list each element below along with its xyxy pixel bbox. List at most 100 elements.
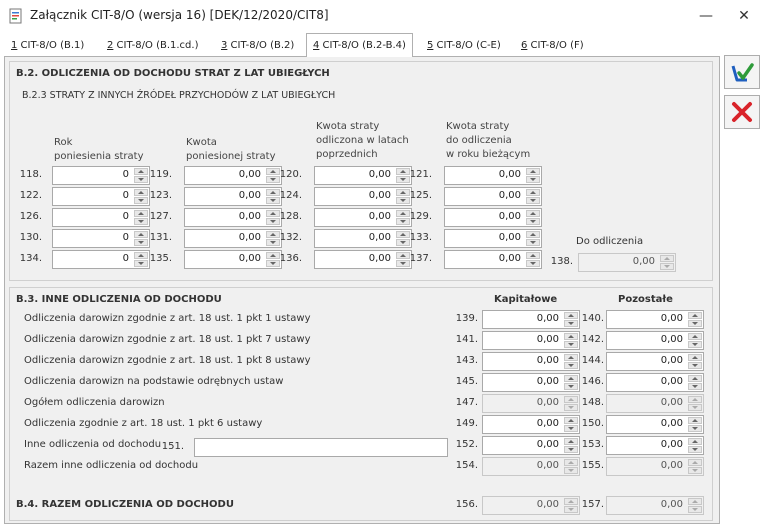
spin-down-icon[interactable] <box>688 425 702 432</box>
b2-row1-col1-field[interactable]: 0 <box>52 166 150 185</box>
spin-down-icon[interactable] <box>688 467 702 474</box>
spinner[interactable] <box>688 333 702 348</box>
field-number: 141. <box>455 334 478 345</box>
spinner[interactable] <box>526 189 540 204</box>
b2-row5-col1-field[interactable]: 0 <box>52 250 150 269</box>
b3-row1-kapitalowe-field[interactable]: 0,00 <box>482 310 580 329</box>
spin-down-icon[interactable] <box>526 218 540 225</box>
field-number: 150. <box>581 418 604 429</box>
tab-content: B.2. ODLICZENIA OD DOCHODU STRAT Z LAT U… <box>4 56 720 524</box>
spin-up-icon[interactable] <box>688 396 702 403</box>
b2-row4-col1-field[interactable]: 0 <box>52 229 150 248</box>
tab-b1cd[interactable]: 2 CIT-8/O (B.1.cd.) <box>100 35 205 56</box>
b3-row1-pozostale-field[interactable]: 0,00 <box>606 310 704 329</box>
b2-row2-col3-field[interactable]: 0,00 <box>314 187 412 206</box>
spin-down-icon[interactable] <box>688 383 702 390</box>
close-window-button[interactable]: ✕ <box>726 4 762 28</box>
cancel-button[interactable] <box>724 95 760 129</box>
spin-up-icon[interactable] <box>688 417 702 424</box>
b3-row-label: Odliczenia darowizn na podstawie odrębny… <box>24 376 284 387</box>
field-number: 155. <box>581 460 604 471</box>
spin-up-icon <box>688 498 702 505</box>
field-number: 138. <box>550 256 573 267</box>
b2-row3-col2-field[interactable]: 0,00 <box>184 208 282 227</box>
spinner[interactable] <box>526 168 540 183</box>
b2-row5-col4-field[interactable]: 0,00 <box>444 250 542 269</box>
spinner[interactable] <box>688 312 702 327</box>
spin-up-icon[interactable] <box>688 333 702 340</box>
spin-up-icon[interactable] <box>526 189 540 196</box>
b2-row2-col1-field[interactable]: 0 <box>52 187 150 206</box>
b3-row-label: Razem inne odliczenia od dochodu <box>24 460 199 471</box>
tab-b1[interactable]: 1 CIT-8/O (B.1) <box>4 35 91 56</box>
b3-row6-kapitalowe-field[interactable]: 0,00 <box>482 415 580 434</box>
spin-down-icon[interactable] <box>526 176 540 183</box>
spinner[interactable] <box>688 459 702 474</box>
spin-up-icon[interactable] <box>688 375 702 382</box>
field-number: 152. <box>455 439 478 450</box>
spin-up-icon[interactable] <box>688 438 702 445</box>
b2-row2-col2-field[interactable]: 0,00 <box>184 187 282 206</box>
spin-down-icon[interactable] <box>526 239 540 246</box>
b3-row4-kapitalowe-field[interactable]: 0,00 <box>482 373 580 392</box>
b2-row1-col3-field[interactable]: 0,00 <box>314 166 412 185</box>
spinner[interactable] <box>526 231 540 246</box>
spin-down-icon[interactable] <box>688 320 702 327</box>
b3-row7-kapitalowe-field[interactable]: 0,00 <box>482 436 580 455</box>
spin-up-icon[interactable] <box>688 312 702 319</box>
spin-up-icon[interactable] <box>688 459 702 466</box>
b2-row3-col4-field[interactable]: 0,00 <box>444 208 542 227</box>
field-number: 130. <box>19 232 42 243</box>
spin-down-icon[interactable] <box>688 404 702 411</box>
spinner[interactable] <box>688 438 702 453</box>
b2-row4-col4-field[interactable]: 0,00 <box>444 229 542 248</box>
b2-row4-col2-field[interactable]: 0,00 <box>184 229 282 248</box>
tab-f[interactable]: 6 CIT-8/O (F) <box>514 35 591 56</box>
spin-down-icon[interactable] <box>526 260 540 267</box>
field-number: 122. <box>19 190 42 201</box>
spin-down-icon[interactable] <box>526 197 540 204</box>
b3-row-label: Inne odliczenia od dochodu <box>24 439 162 450</box>
other-deductions-description-input[interactable] <box>194 438 448 457</box>
close-x-icon <box>732 102 752 122</box>
col-header-deduct-current: Kwota straty do odliczenia w roku bieżącym <box>446 121 531 160</box>
b2-row4-col3-field[interactable]: 0,00 <box>314 229 412 248</box>
field-number: 127. <box>149 211 172 222</box>
section-b2: B.2. ODLICZENIA OD DOCHODU STRAT Z LAT U… <box>9 61 713 281</box>
spinner[interactable] <box>526 252 540 267</box>
b3-row7-pozostale-field[interactable]: 0,00 <box>606 436 704 455</box>
b2-row3-col3-field[interactable]: 0,00 <box>314 208 412 227</box>
spinner[interactable] <box>688 375 702 390</box>
minimize-button[interactable]: — <box>688 4 724 28</box>
spin-up-icon[interactable] <box>526 210 540 217</box>
spin-down-icon[interactable] <box>688 446 702 453</box>
spinner[interactable] <box>526 210 540 225</box>
b3-row3-kapitalowe-field[interactable]: 0,00 <box>482 352 580 371</box>
b2-row1-col2-field[interactable]: 0,00 <box>184 166 282 185</box>
spin-down-icon[interactable] <box>688 362 702 369</box>
field-number: 142. <box>581 334 604 345</box>
b3-row2-pozostale-field[interactable]: 0,00 <box>606 331 704 350</box>
tab-b2-b4[interactable]: 4 CIT-8/O (B.2-B.4) <box>306 33 413 57</box>
spin-up-icon[interactable] <box>526 168 540 175</box>
tab-c-e[interactable]: 5 CIT-8/O (C-E) <box>420 35 508 56</box>
field-number: 154. <box>455 460 478 471</box>
spin-down-icon[interactable] <box>688 341 702 348</box>
b3-row3-pozostale-field[interactable]: 0,00 <box>606 352 704 371</box>
spinner[interactable] <box>688 396 702 411</box>
b2-row5-col3-field[interactable]: 0,00 <box>314 250 412 269</box>
spinner[interactable] <box>688 354 702 369</box>
b2-row1-col4-field[interactable]: 0,00 <box>444 166 542 185</box>
spin-up-icon[interactable] <box>688 354 702 361</box>
b3-row6-pozostale-field[interactable]: 0,00 <box>606 415 704 434</box>
b3-row4-pozostale-field[interactable]: 0,00 <box>606 373 704 392</box>
b2-row3-col1-field[interactable]: 0 <box>52 208 150 227</box>
b3-row2-kapitalowe-field[interactable]: 0,00 <box>482 331 580 350</box>
spin-up-icon[interactable] <box>526 231 540 238</box>
spin-up-icon[interactable] <box>526 252 540 259</box>
spinner[interactable] <box>688 417 702 432</box>
b2-row5-col2-field[interactable]: 0,00 <box>184 250 282 269</box>
tab-b2[interactable]: 3 CIT-8/O (B.2) <box>214 35 301 56</box>
b2-row2-col4-field[interactable]: 0,00 <box>444 187 542 206</box>
save-button[interactable] <box>724 55 760 89</box>
